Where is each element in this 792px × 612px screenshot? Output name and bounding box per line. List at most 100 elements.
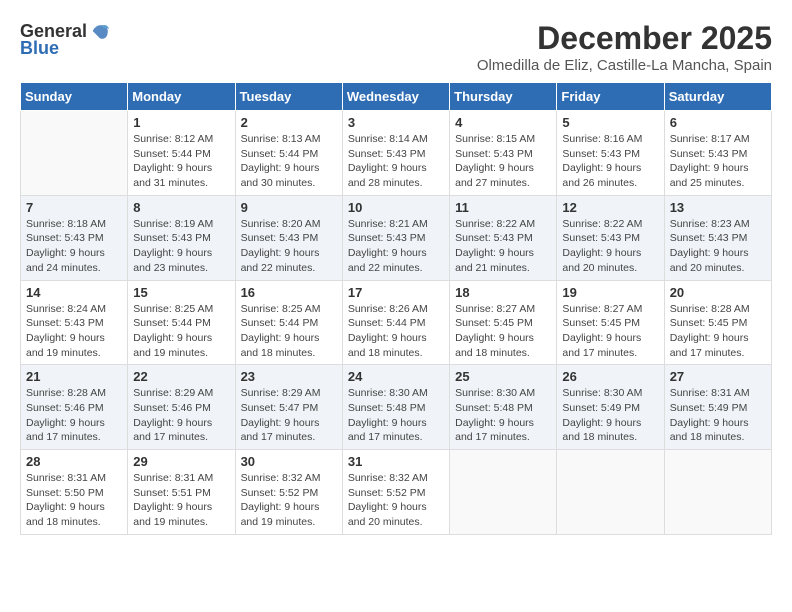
sunset-text: Sunset: 5:50 PM xyxy=(26,487,104,499)
day-number: 26 xyxy=(562,369,658,384)
sunrise-text: Sunrise: 8:31 AM xyxy=(133,472,213,484)
day-info: Sunrise: 8:21 AM Sunset: 5:43 PM Dayligh… xyxy=(348,217,444,276)
day-info: Sunrise: 8:29 AM Sunset: 5:47 PM Dayligh… xyxy=(241,386,337,445)
calendar-cell: 21 Sunrise: 8:28 AM Sunset: 5:46 PM Dayl… xyxy=(21,365,128,450)
calendar-cell: 25 Sunrise: 8:30 AM Sunset: 5:48 PM Dayl… xyxy=(450,365,557,450)
day-number: 11 xyxy=(455,200,551,215)
sunset-text: Sunset: 5:44 PM xyxy=(133,317,211,329)
day-info: Sunrise: 8:12 AM Sunset: 5:44 PM Dayligh… xyxy=(133,132,229,191)
sunset-text: Sunset: 5:44 PM xyxy=(348,317,426,329)
sunrise-text: Sunrise: 8:17 AM xyxy=(670,133,750,145)
day-info: Sunrise: 8:17 AM Sunset: 5:43 PM Dayligh… xyxy=(670,132,766,191)
sunset-text: Sunset: 5:43 PM xyxy=(133,232,211,244)
daylight-text: Daylight: 9 hours and 18 minutes. xyxy=(455,332,534,359)
sunset-text: Sunset: 5:43 PM xyxy=(562,232,640,244)
logo-text-blue: Blue xyxy=(20,38,59,59)
column-header-wednesday: Wednesday xyxy=(342,83,449,111)
day-info: Sunrise: 8:22 AM Sunset: 5:43 PM Dayligh… xyxy=(562,217,658,276)
day-number: 6 xyxy=(670,115,766,130)
calendar-cell: 10 Sunrise: 8:21 AM Sunset: 5:43 PM Dayl… xyxy=(342,195,449,280)
sunrise-text: Sunrise: 8:31 AM xyxy=(670,387,750,399)
daylight-text: Daylight: 9 hours and 25 minutes. xyxy=(670,162,749,189)
calendar-cell: 16 Sunrise: 8:25 AM Sunset: 5:44 PM Dayl… xyxy=(235,280,342,365)
calendar-week-row: 21 Sunrise: 8:28 AM Sunset: 5:46 PM Dayl… xyxy=(21,365,772,450)
sunrise-text: Sunrise: 8:32 AM xyxy=(348,472,428,484)
sunset-text: Sunset: 5:45 PM xyxy=(455,317,533,329)
calendar-cell: 18 Sunrise: 8:27 AM Sunset: 5:45 PM Dayl… xyxy=(450,280,557,365)
column-header-friday: Friday xyxy=(557,83,664,111)
sunrise-text: Sunrise: 8:23 AM xyxy=(670,218,750,230)
day-number: 29 xyxy=(133,454,229,469)
daylight-text: Daylight: 9 hours and 17 minutes. xyxy=(670,332,749,359)
calendar-cell xyxy=(450,450,557,535)
day-number: 24 xyxy=(348,369,444,384)
sunrise-text: Sunrise: 8:32 AM xyxy=(241,472,321,484)
day-info: Sunrise: 8:16 AM Sunset: 5:43 PM Dayligh… xyxy=(562,132,658,191)
day-info: Sunrise: 8:26 AM Sunset: 5:44 PM Dayligh… xyxy=(348,302,444,361)
day-info: Sunrise: 8:28 AM Sunset: 5:45 PM Dayligh… xyxy=(670,302,766,361)
day-number: 25 xyxy=(455,369,551,384)
sunrise-text: Sunrise: 8:25 AM xyxy=(241,303,321,315)
sunrise-text: Sunrise: 8:28 AM xyxy=(26,387,106,399)
daylight-text: Daylight: 9 hours and 19 minutes. xyxy=(241,501,320,528)
sunset-text: Sunset: 5:45 PM xyxy=(562,317,640,329)
day-number: 14 xyxy=(26,285,122,300)
day-info: Sunrise: 8:32 AM Sunset: 5:52 PM Dayligh… xyxy=(241,471,337,530)
day-info: Sunrise: 8:28 AM Sunset: 5:46 PM Dayligh… xyxy=(26,386,122,445)
day-info: Sunrise: 8:32 AM Sunset: 5:52 PM Dayligh… xyxy=(348,471,444,530)
calendar: SundayMondayTuesdayWednesdayThursdayFrid… xyxy=(20,82,772,535)
calendar-cell: 29 Sunrise: 8:31 AM Sunset: 5:51 PM Dayl… xyxy=(128,450,235,535)
sunset-text: Sunset: 5:47 PM xyxy=(241,402,319,414)
calendar-cell: 27 Sunrise: 8:31 AM Sunset: 5:49 PM Dayl… xyxy=(664,365,771,450)
day-info: Sunrise: 8:30 AM Sunset: 5:49 PM Dayligh… xyxy=(562,386,658,445)
day-info: Sunrise: 8:25 AM Sunset: 5:44 PM Dayligh… xyxy=(241,302,337,361)
title-section: December 2025 Olmedilla de Eliz, Castill… xyxy=(477,20,772,74)
day-number: 27 xyxy=(670,369,766,384)
sunrise-text: Sunrise: 8:30 AM xyxy=(562,387,642,399)
sunset-text: Sunset: 5:49 PM xyxy=(562,402,640,414)
column-header-sunday: Sunday xyxy=(21,83,128,111)
daylight-text: Daylight: 9 hours and 18 minutes. xyxy=(670,417,749,444)
column-header-saturday: Saturday xyxy=(664,83,771,111)
day-info: Sunrise: 8:13 AM Sunset: 5:44 PM Dayligh… xyxy=(241,132,337,191)
daylight-text: Daylight: 9 hours and 20 minutes. xyxy=(670,247,749,274)
sunrise-text: Sunrise: 8:18 AM xyxy=(26,218,106,230)
sunset-text: Sunset: 5:43 PM xyxy=(241,232,319,244)
day-info: Sunrise: 8:15 AM Sunset: 5:43 PM Dayligh… xyxy=(455,132,551,191)
day-info: Sunrise: 8:30 AM Sunset: 5:48 PM Dayligh… xyxy=(455,386,551,445)
sunset-text: Sunset: 5:44 PM xyxy=(133,148,211,160)
sunrise-text: Sunrise: 8:20 AM xyxy=(241,218,321,230)
calendar-cell: 30 Sunrise: 8:32 AM Sunset: 5:52 PM Dayl… xyxy=(235,450,342,535)
sunrise-text: Sunrise: 8:16 AM xyxy=(562,133,642,145)
sunset-text: Sunset: 5:43 PM xyxy=(26,317,104,329)
day-number: 8 xyxy=(133,200,229,215)
day-number: 9 xyxy=(241,200,337,215)
day-number: 3 xyxy=(348,115,444,130)
day-info: Sunrise: 8:25 AM Sunset: 5:44 PM Dayligh… xyxy=(133,302,229,361)
day-info: Sunrise: 8:31 AM Sunset: 5:51 PM Dayligh… xyxy=(133,471,229,530)
day-number: 5 xyxy=(562,115,658,130)
logo-icon xyxy=(89,20,111,42)
main-title: December 2025 xyxy=(477,20,772,57)
sunset-text: Sunset: 5:46 PM xyxy=(133,402,211,414)
calendar-cell: 23 Sunrise: 8:29 AM Sunset: 5:47 PM Dayl… xyxy=(235,365,342,450)
daylight-text: Daylight: 9 hours and 19 minutes. xyxy=(133,501,212,528)
calendar-cell: 14 Sunrise: 8:24 AM Sunset: 5:43 PM Dayl… xyxy=(21,280,128,365)
sunrise-text: Sunrise: 8:27 AM xyxy=(562,303,642,315)
day-number: 23 xyxy=(241,369,337,384)
calendar-cell: 11 Sunrise: 8:22 AM Sunset: 5:43 PM Dayl… xyxy=(450,195,557,280)
day-number: 31 xyxy=(348,454,444,469)
sunset-text: Sunset: 5:48 PM xyxy=(348,402,426,414)
calendar-cell: 19 Sunrise: 8:27 AM Sunset: 5:45 PM Dayl… xyxy=(557,280,664,365)
calendar-cell: 1 Sunrise: 8:12 AM Sunset: 5:44 PM Dayli… xyxy=(128,111,235,196)
sunrise-text: Sunrise: 8:28 AM xyxy=(670,303,750,315)
daylight-text: Daylight: 9 hours and 18 minutes. xyxy=(562,417,641,444)
calendar-cell: 5 Sunrise: 8:16 AM Sunset: 5:43 PM Dayli… xyxy=(557,111,664,196)
sunset-text: Sunset: 5:51 PM xyxy=(133,487,211,499)
sunrise-text: Sunrise: 8:24 AM xyxy=(26,303,106,315)
sunrise-text: Sunrise: 8:25 AM xyxy=(133,303,213,315)
daylight-text: Daylight: 9 hours and 17 minutes. xyxy=(348,417,427,444)
day-number: 22 xyxy=(133,369,229,384)
daylight-text: Daylight: 9 hours and 23 minutes. xyxy=(133,247,212,274)
sunset-text: Sunset: 5:45 PM xyxy=(670,317,748,329)
